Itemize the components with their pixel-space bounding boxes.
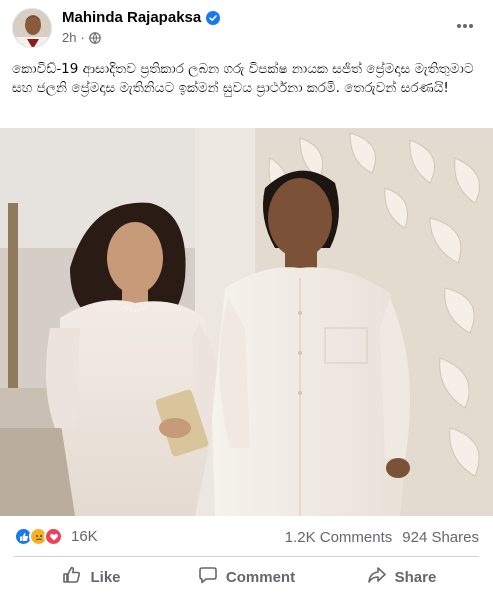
post-timestamp[interactable]: 2h	[62, 30, 76, 45]
share-label: Share	[394, 568, 437, 586]
like-label: Like	[90, 568, 121, 586]
post-actions-bar: Like Comment Share	[0, 560, 493, 594]
author-name[interactable]: Mahinda Rajapaksa	[62, 9, 221, 26]
love-reaction-icon	[44, 527, 63, 546]
more-options-icon[interactable]	[451, 12, 479, 40]
thumbs-up-icon	[62, 565, 82, 589]
author-avatar[interactable]	[12, 8, 52, 48]
verified-badge-icon	[206, 10, 221, 25]
reactions-count[interactable]: 16K	[71, 528, 98, 545]
comments-count[interactable]: 1.2K Comments	[285, 529, 393, 546]
engagement-counts: 1.2K Comments 924 Shares	[285, 529, 479, 546]
post-meta: 2h ·	[62, 30, 101, 45]
post-photo[interactable]	[0, 128, 493, 516]
facebook-post-card: Mahinda Rajapaksa 2h · කොවිඩ්-19 ආසාදිතව…	[0, 0, 493, 594]
author-name-text[interactable]: Mahinda Rajapaksa	[62, 9, 201, 26]
post-stats: 16K 1.2K Comments 924 Shares	[0, 521, 493, 553]
reactions-summary[interactable]: 16K	[14, 527, 98, 546]
shares-count[interactable]: 924 Shares	[402, 529, 479, 546]
comment-icon	[198, 565, 218, 589]
share-icon	[367, 565, 387, 589]
post-header: Mahinda Rajapaksa 2h ·	[0, 0, 493, 56]
post-text: කොවිඩ්-19 ආසාදිතව ප්‍රතිකාර ලබන ගරු විපක…	[12, 61, 474, 96]
actions-divider	[14, 556, 479, 557]
globe-icon	[89, 31, 101, 44]
comment-label: Comment	[225, 568, 296, 586]
like-button[interactable]: Like	[14, 560, 169, 594]
share-button[interactable]: Share	[324, 560, 479, 594]
comment-button[interactable]: Comment	[169, 560, 324, 594]
